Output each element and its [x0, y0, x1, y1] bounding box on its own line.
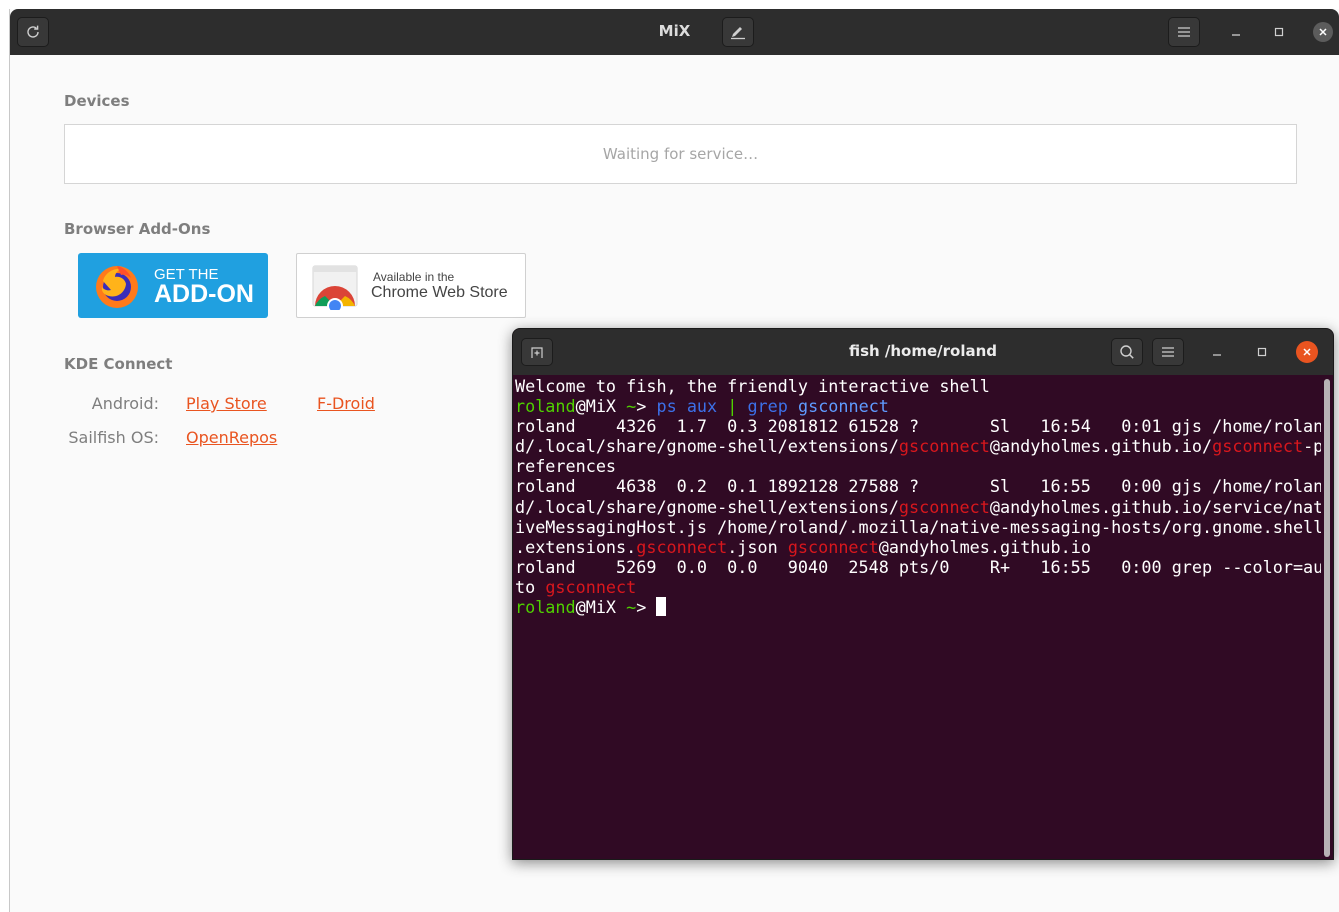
chrome-logo-icon [311, 264, 359, 314]
firefox-badge-line2: ADD-ON [154, 280, 254, 308]
terminal-headerbar: fish /home/roland [513, 329, 1333, 375]
terminal-line: roland 4326 1.7 0.3 2081812 61528 ? Sl 1… [515, 416, 1321, 437]
edit-name-button[interactable] [722, 17, 754, 47]
close-icon [1317, 23, 1329, 42]
app-title-bar: MiX [10, 22, 1339, 40]
openrepos-link[interactable]: OpenRepos [186, 428, 277, 447]
firefox-addon-badge[interactable]: GET THE ADD-ON [78, 253, 268, 318]
devices-list: Waiting for service… [64, 124, 1297, 184]
kde-connect-heading: KDE Connect [64, 355, 173, 373]
terminal-output[interactable]: Welcome to fish, the friendly interactiv… [515, 376, 1321, 859]
maximize-button[interactable] [1269, 22, 1289, 42]
hamburger-menu-icon [1160, 345, 1176, 359]
terminal-line: to gsconnect [515, 576, 637, 597]
app-title: MiX [658, 22, 691, 40]
terminal-line: d/.local/share/gnome-shell/extensions/gs… [515, 496, 1321, 517]
terminal-maximize-button[interactable] [1252, 342, 1272, 362]
firefox-logo-icon [92, 261, 142, 315]
minimize-icon [1230, 23, 1242, 42]
terminal-line: roland 5269 0.0 0.0 9040 2548 pts/0 R+ 1… [515, 556, 1321, 577]
f-droid-link[interactable]: F-Droid [317, 394, 375, 413]
chrome-badge-line1: Available in the [373, 270, 455, 284]
chrome-webstore-badge[interactable]: Available in the Chrome Web Store [296, 253, 526, 318]
refresh-icon [24, 23, 42, 41]
terminal-prompt-line: roland@MiX ~> [515, 597, 1321, 617]
android-label: Android: [91, 394, 159, 413]
terminal-line: roland@MiX ~> ps aux | grep gsconnect [515, 396, 889, 417]
refresh-button[interactable] [17, 17, 49, 47]
terminal-scrollbar[interactable] [1324, 379, 1330, 857]
sailfish-label: Sailfish OS: [68, 428, 159, 447]
terminal-close-button[interactable] [1296, 341, 1318, 363]
terminal-line: .extensions.gsconnect.json gsconnect@and… [515, 536, 1091, 557]
app-headerbar: MiX [10, 9, 1339, 55]
terminal-line: references [515, 456, 617, 477]
terminal-line: Welcome to fish, the friendly interactiv… [515, 376, 990, 396]
browser-addons-heading: Browser Add-Ons [64, 220, 211, 238]
minimize-button[interactable] [1226, 22, 1246, 42]
chrome-badge-line2: Chrome Web Store [371, 284, 508, 301]
hamburger-menu-icon [1176, 25, 1192, 39]
devices-status: Waiting for service… [602, 145, 759, 163]
terminal-line: d/.local/share/gnome-shell/extensions/gs… [515, 436, 1321, 457]
minimize-icon [1211, 343, 1223, 362]
search-icon [1119, 344, 1135, 360]
devices-heading: Devices [64, 92, 130, 110]
terminal-line: iveMessagingHost.js /home/roland/.mozill… [515, 516, 1321, 537]
terminal-window: fish /home/roland Welcome to fish, the f… [512, 328, 1334, 860]
edit-icon [729, 23, 747, 41]
close-icon [1301, 343, 1313, 362]
terminal-cursor [656, 597, 667, 617]
close-button[interactable] [1313, 22, 1333, 42]
terminal-line: roland 4638 0.2 0.1 1892128 27588 ? Sl 1… [515, 476, 1321, 497]
maximize-icon [1273, 23, 1285, 42]
play-store-link[interactable]: Play Store [186, 394, 267, 413]
terminal-search-button[interactable] [1111, 338, 1143, 366]
maximize-icon [1256, 343, 1268, 362]
terminal-menu-button[interactable] [1152, 338, 1184, 366]
terminal-minimize-button[interactable] [1207, 342, 1227, 362]
app-menu-button[interactable] [1168, 17, 1200, 47]
